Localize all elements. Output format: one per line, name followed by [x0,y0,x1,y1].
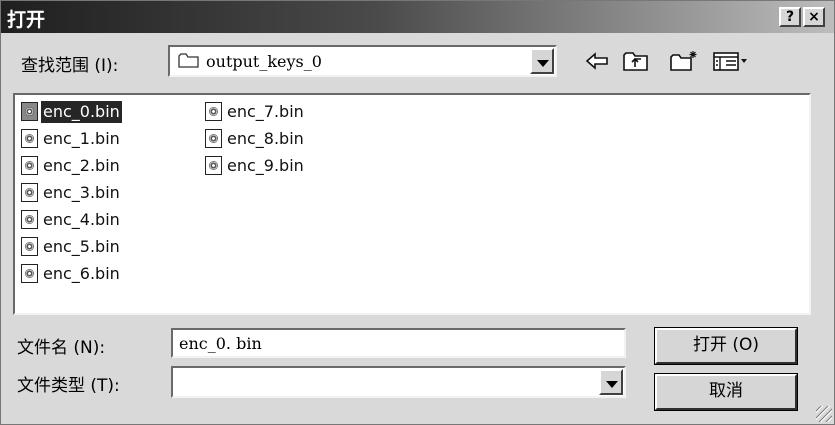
file-name: enc_7.bin [227,102,304,121]
file-list[interactable]: enc_0.bin enc_1.bin enc_2.bin enc_3.bin … [13,93,811,315]
look-in-dropdown-button[interactable] [530,48,554,74]
binary-file-icon [205,156,222,175]
file-name: enc_5.bin [43,237,120,256]
chevron-down-icon [537,60,549,67]
help-button[interactable]: ? [779,7,801,27]
binary-file-icon [21,102,38,121]
file-name: enc_4.bin [43,210,120,229]
file-name: enc_9.bin [227,156,304,175]
title-bar[interactable]: 打开 ? × [1,1,834,33]
file-type-label: 文件类型 (T): [17,376,120,396]
close-button[interactable]: × [803,7,825,27]
binary-file-icon [205,102,222,121]
chevron-down-icon [606,381,618,388]
binary-file-icon [21,237,38,256]
binary-file-icon [21,210,38,229]
file-name: enc_3.bin [43,183,120,202]
cancel-button[interactable]: 取消 [655,374,797,410]
file-name: enc_0.bin [41,101,122,123]
file-name-input[interactable]: enc_0. bin [171,328,626,358]
look-in-combo[interactable]: output_keys_0 [168,45,557,77]
file-type-select[interactable] [171,366,626,398]
look-in-value: output_keys_0 [206,52,322,71]
binary-file-icon [21,264,38,283]
file-name-value: enc_0. bin [179,334,262,353]
file-name-label: 文件名 (N): [17,338,106,358]
binary-file-icon [21,183,38,202]
binary-file-icon [21,156,38,175]
look-in-label: 查找范围 (I): [21,56,119,76]
binary-file-icon [205,129,222,148]
up-folder-icon[interactable] [622,49,650,73]
folder-icon [178,53,200,68]
resize-grip-icon[interactable] [816,406,832,422]
new-folder-icon[interactable] [669,49,699,73]
binary-file-icon [21,129,38,148]
view-menu-icon[interactable] [712,49,750,73]
window-title: 打开 [7,9,46,31]
file-type-dropdown-button[interactable] [599,369,623,395]
file-name: enc_2.bin [43,156,120,175]
open-file-dialog: 打开 ? × 查找范围 (I): output_keys_0 enc_0.bin [0,0,835,425]
file-name: enc_6.bin [43,264,120,283]
file-name: enc_1.bin [43,129,120,148]
file-name: enc_8.bin [227,129,304,148]
back-arrow-icon[interactable] [584,49,610,73]
open-button[interactable]: 打开 (O) [655,328,797,364]
